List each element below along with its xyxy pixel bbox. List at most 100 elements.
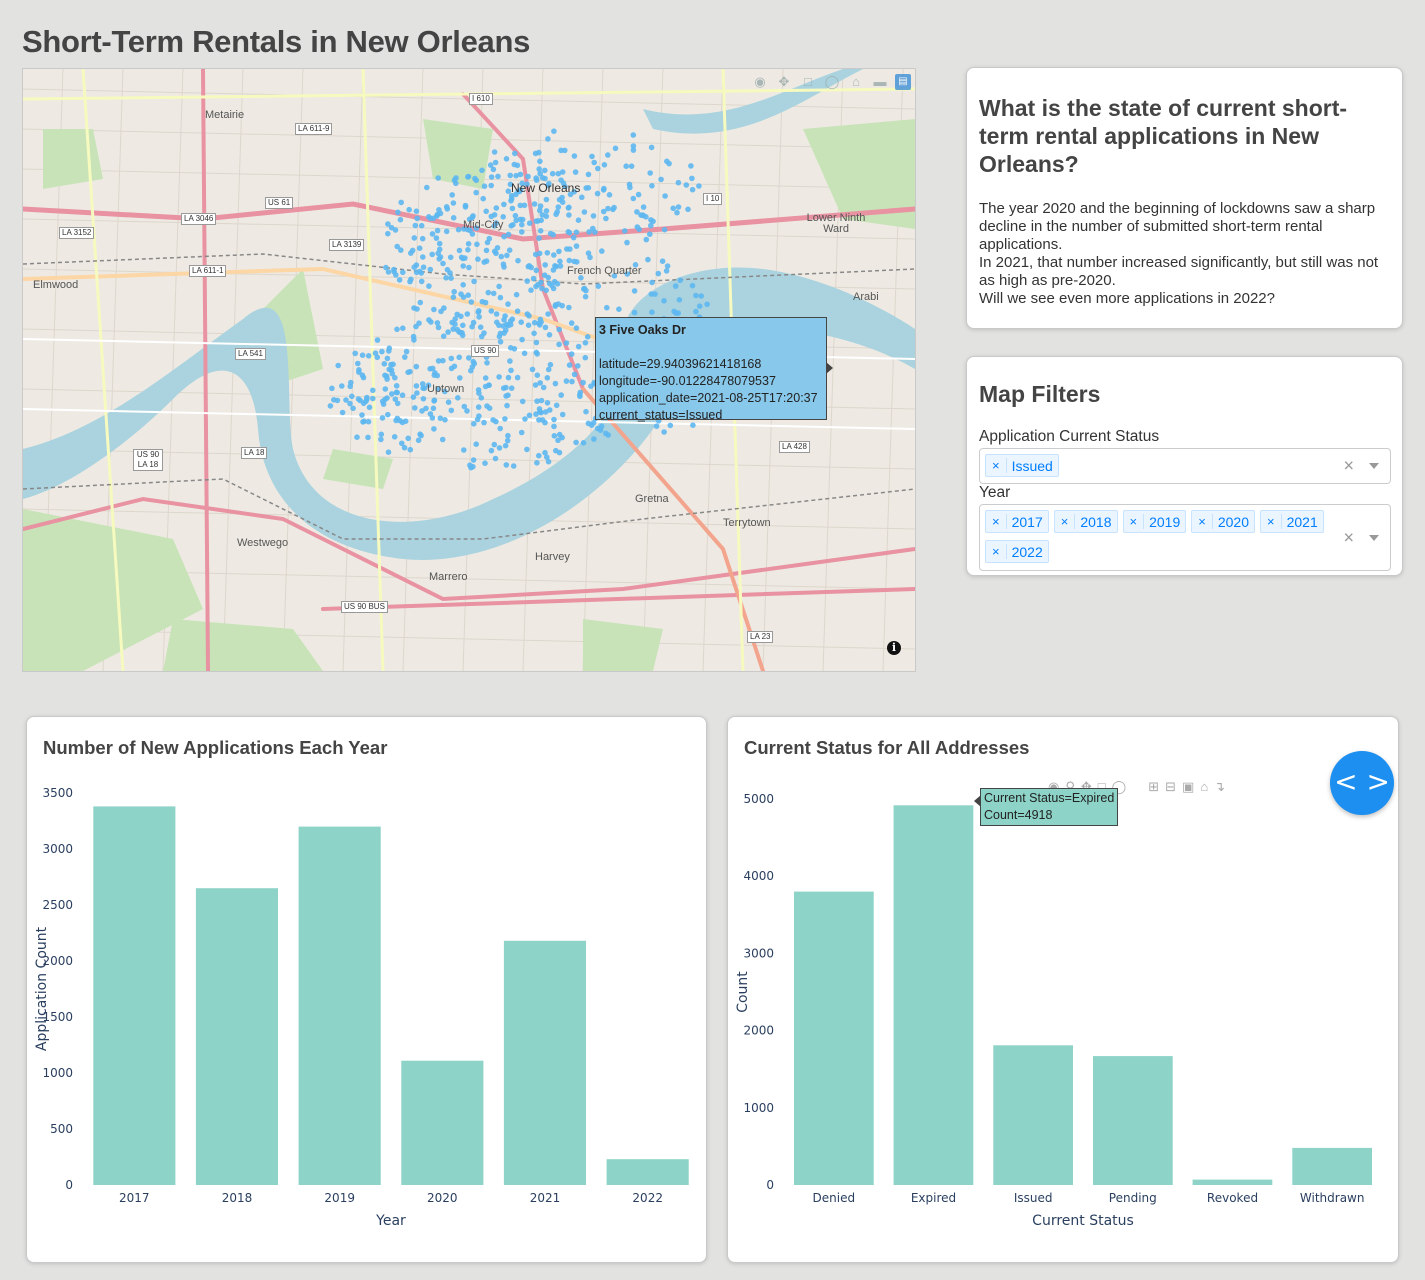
rental-point[interactable] <box>519 229 525 235</box>
rental-point[interactable] <box>547 361 554 368</box>
rental-point[interactable] <box>628 163 635 169</box>
rental-point[interactable] <box>359 412 365 418</box>
rental-point[interactable] <box>498 253 505 260</box>
rental-point[interactable] <box>384 355 391 362</box>
rental-point[interactable] <box>598 423 605 430</box>
rental-point[interactable] <box>450 200 457 206</box>
rental-point[interactable] <box>343 397 349 403</box>
rental-point[interactable] <box>675 204 682 210</box>
rental-point[interactable] <box>536 417 542 423</box>
rental-point[interactable] <box>555 170 562 177</box>
rental-point[interactable] <box>526 220 533 226</box>
rental-point[interactable] <box>526 263 533 269</box>
rental-point[interactable] <box>454 311 461 318</box>
rental-point[interactable] <box>434 372 441 379</box>
rental-point[interactable] <box>624 239 630 246</box>
rental-point[interactable] <box>357 397 364 404</box>
rental-point[interactable] <box>413 363 420 370</box>
rental-point[interactable] <box>591 436 597 442</box>
rental-point[interactable] <box>471 360 478 367</box>
rental-point[interactable] <box>537 158 543 165</box>
rental-point[interactable] <box>436 207 442 213</box>
rental-point[interactable] <box>689 175 695 182</box>
rental-point[interactable] <box>584 334 591 340</box>
rental-point[interactable] <box>502 416 508 422</box>
rental-point[interactable] <box>670 205 676 212</box>
rental-point[interactable] <box>575 343 582 350</box>
rental-point[interactable] <box>590 213 597 219</box>
rental-point[interactable] <box>383 264 389 271</box>
rental-point[interactable] <box>545 136 551 142</box>
rental-point[interactable] <box>378 431 385 438</box>
rental-point[interactable] <box>544 250 551 256</box>
rental-point[interactable] <box>664 263 671 269</box>
box-select-icon[interactable]: □ <box>799 73 817 91</box>
rental-point[interactable] <box>411 235 418 241</box>
rental-point[interactable] <box>414 390 420 396</box>
rental-point[interactable] <box>473 189 480 196</box>
rental-point[interactable] <box>661 429 667 435</box>
rental-point[interactable] <box>542 262 548 268</box>
rental-point[interactable] <box>537 207 543 214</box>
rental-point[interactable] <box>412 222 419 229</box>
rental-point[interactable] <box>443 228 450 235</box>
rental-point[interactable] <box>648 222 654 229</box>
rental-point[interactable] <box>510 222 516 228</box>
rental-point[interactable] <box>696 183 702 189</box>
rental-point[interactable] <box>658 176 664 183</box>
rental-point[interactable] <box>401 444 408 451</box>
rental-point[interactable] <box>639 212 646 219</box>
rental-point[interactable] <box>659 258 666 264</box>
remove-tag-icon[interactable]: × <box>1192 514 1213 529</box>
rental-point[interactable] <box>426 317 432 323</box>
rental-point[interactable] <box>559 411 566 418</box>
rental-point[interactable] <box>468 464 474 471</box>
rental-point[interactable] <box>379 348 385 355</box>
rental-point[interactable] <box>352 350 359 357</box>
rental-point[interactable] <box>519 336 525 343</box>
rental-point[interactable] <box>630 132 637 138</box>
rental-point[interactable] <box>504 402 510 409</box>
rental-point[interactable] <box>653 423 660 430</box>
rental-point[interactable] <box>508 367 514 374</box>
rental-point[interactable] <box>448 365 455 372</box>
rental-point[interactable] <box>581 285 588 292</box>
rental-point[interactable] <box>536 149 542 156</box>
rental-point[interactable] <box>405 435 412 442</box>
rental-point[interactable] <box>488 308 495 314</box>
rental-point[interactable] <box>533 267 540 274</box>
rental-point[interactable] <box>378 436 384 443</box>
rental-point[interactable] <box>460 282 467 288</box>
rental-point[interactable] <box>495 173 501 180</box>
rental-point[interactable] <box>519 398 526 405</box>
year-tag[interactable]: × 2021 <box>1260 510 1324 533</box>
rental-point[interactable] <box>354 434 360 441</box>
rental-point[interactable] <box>503 156 510 162</box>
rental-point[interactable] <box>509 205 516 212</box>
rental-point[interactable] <box>503 462 510 468</box>
rental-point[interactable] <box>471 421 477 427</box>
rental-point[interactable] <box>475 387 482 393</box>
rental-point[interactable] <box>490 290 497 297</box>
rental-point[interactable] <box>661 298 667 304</box>
bar[interactable] <box>993 1045 1073 1185</box>
rental-point[interactable] <box>440 333 447 340</box>
rental-point[interactable] <box>611 204 617 211</box>
rental-point[interactable] <box>429 231 436 237</box>
rental-point[interactable] <box>555 437 561 444</box>
rental-point[interactable] <box>575 217 582 223</box>
rental-point[interactable] <box>507 358 513 364</box>
bar[interactable] <box>1292 1147 1372 1185</box>
rental-point[interactable] <box>647 170 653 176</box>
rental-point[interactable] <box>564 246 570 252</box>
rental-point[interactable] <box>460 255 466 262</box>
rental-point[interactable] <box>457 375 463 381</box>
rental-point[interactable] <box>440 260 446 267</box>
status-multiselect[interactable]: × Issued × <box>979 448 1391 484</box>
rental-point[interactable] <box>643 236 650 243</box>
rental-point[interactable] <box>525 173 531 180</box>
rental-point[interactable] <box>556 341 562 348</box>
rental-point[interactable] <box>493 205 500 211</box>
rental-point[interactable] <box>413 383 420 389</box>
rental-point[interactable] <box>630 195 637 202</box>
